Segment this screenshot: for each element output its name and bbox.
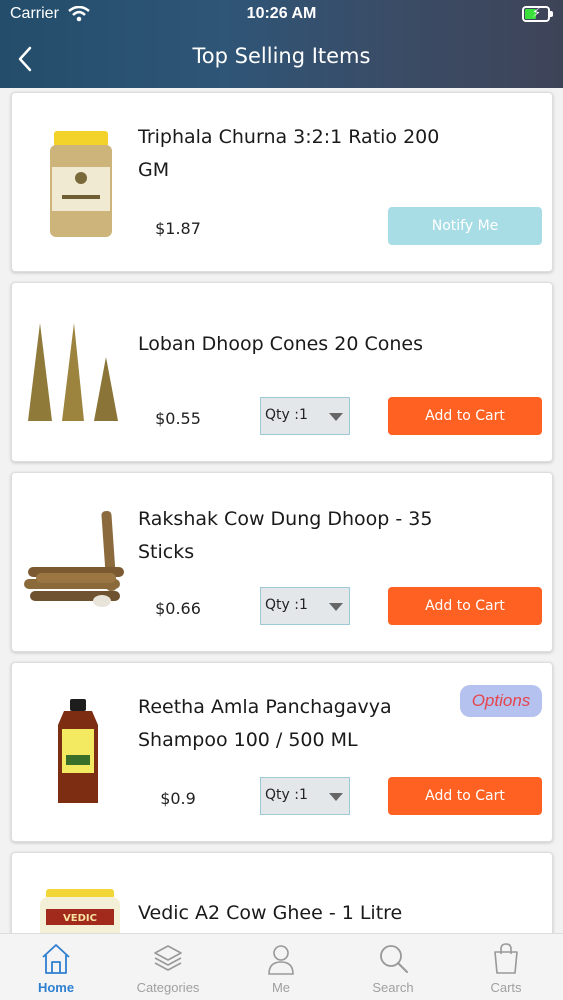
- product-price: $0.55: [155, 409, 201, 428]
- quantity-select[interactable]: Qty :1: [260, 587, 350, 625]
- search-icon: [380, 945, 408, 973]
- svg-text:VEDIC: VEDIC: [63, 913, 97, 924]
- tab-bar: Home Categories Me Search Carts: [0, 933, 563, 1000]
- quantity-value: Qty :1: [265, 597, 308, 613]
- caret-down-icon: [329, 413, 343, 421]
- page-title: Top Selling Items: [192, 44, 371, 68]
- jar-icon: [50, 131, 112, 237]
- quantity-value: Qty :1: [265, 787, 308, 803]
- product-price: $0.9: [160, 789, 196, 808]
- add-to-cart-button[interactable]: Add to Cart: [388, 777, 542, 815]
- product-name[interactable]: Rakshak Cow Dung Dhoop - 35 Sticks: [138, 503, 458, 569]
- clock: 10:26 AM: [246, 5, 317, 22]
- tab-home[interactable]: Home: [0, 934, 112, 1000]
- app-header: Carrier 10:26 AM ⚡ Top Selling Items: [0, 0, 563, 88]
- navigation-bar: Top Selling Items: [0, 36, 563, 80]
- tab-carts[interactable]: Carts: [450, 934, 562, 1000]
- dhoop-cones-icon: [28, 323, 118, 421]
- shampoo-bottle-icon: [58, 699, 98, 803]
- ghee-jar-icon: VEDIC: [40, 889, 120, 933]
- options-button[interactable]: Options: [460, 685, 542, 717]
- notify-me-button[interactable]: Notify Me: [388, 207, 542, 245]
- tab-me[interactable]: Me: [225, 934, 337, 1000]
- tab-label: Carts: [490, 980, 522, 995]
- quantity-select[interactable]: Qty :1: [260, 777, 350, 815]
- layers-icon: [154, 945, 182, 971]
- product-name[interactable]: Loban Dhoop Cones 20 Cones: [138, 328, 458, 361]
- product-name[interactable]: Triphala Churna 3:2:1 Ratio 200 GM: [138, 121, 458, 187]
- add-to-cart-button[interactable]: Add to Cart: [388, 397, 542, 435]
- add-to-cart-button[interactable]: Add to Cart: [388, 587, 542, 625]
- quantity-value: Qty :1: [265, 407, 308, 423]
- product-list[interactable]: Triphala Churna 3:2:1 Ratio 200 GM $1.87…: [0, 88, 563, 933]
- tab-label: Home: [37, 980, 75, 995]
- battery-icon: ⚡: [522, 6, 553, 22]
- product-price: $0.66: [155, 599, 201, 618]
- charging-icon: ⚡: [532, 6, 542, 21]
- product-card[interactable]: Loban Dhoop Cones 20 Cones $0.55 Qty :1 …: [11, 282, 553, 462]
- caret-down-icon: [329, 793, 343, 801]
- tab-label: Me: [271, 980, 291, 995]
- product-card[interactable]: Triphala Churna 3:2:1 Ratio 200 GM $1.87…: [11, 92, 553, 272]
- tab-categories[interactable]: Categories: [112, 934, 224, 1000]
- tab-label: Categories: [136, 980, 200, 995]
- status-bar: Carrier 10:26 AM ⚡: [0, 0, 563, 30]
- caret-down-icon: [329, 603, 343, 611]
- quantity-select[interactable]: Qty :1: [260, 397, 350, 435]
- product-price: $1.87: [155, 219, 201, 238]
- home-icon: [42, 944, 70, 974]
- bag-icon: [494, 943, 518, 974]
- user-icon: [268, 945, 294, 975]
- tab-search[interactable]: Search: [337, 934, 449, 1000]
- product-card[interactable]: VEDIC Vedic A2 Cow Ghee - 1 Litre: [11, 852, 553, 933]
- product-card[interactable]: Rakshak Cow Dung Dhoop - 35 Sticks $0.66…: [11, 472, 553, 652]
- product-card[interactable]: Options Reetha Amla Panchagavya Shampoo …: [11, 662, 553, 842]
- product-name[interactable]: Reetha Amla Panchagavya Shampoo 100 / 50…: [138, 691, 438, 757]
- product-name[interactable]: Vedic A2 Cow Ghee - 1 Litre: [138, 897, 458, 930]
- dhoop-sticks-icon: [24, 511, 124, 607]
- tab-label: Search: [372, 980, 414, 995]
